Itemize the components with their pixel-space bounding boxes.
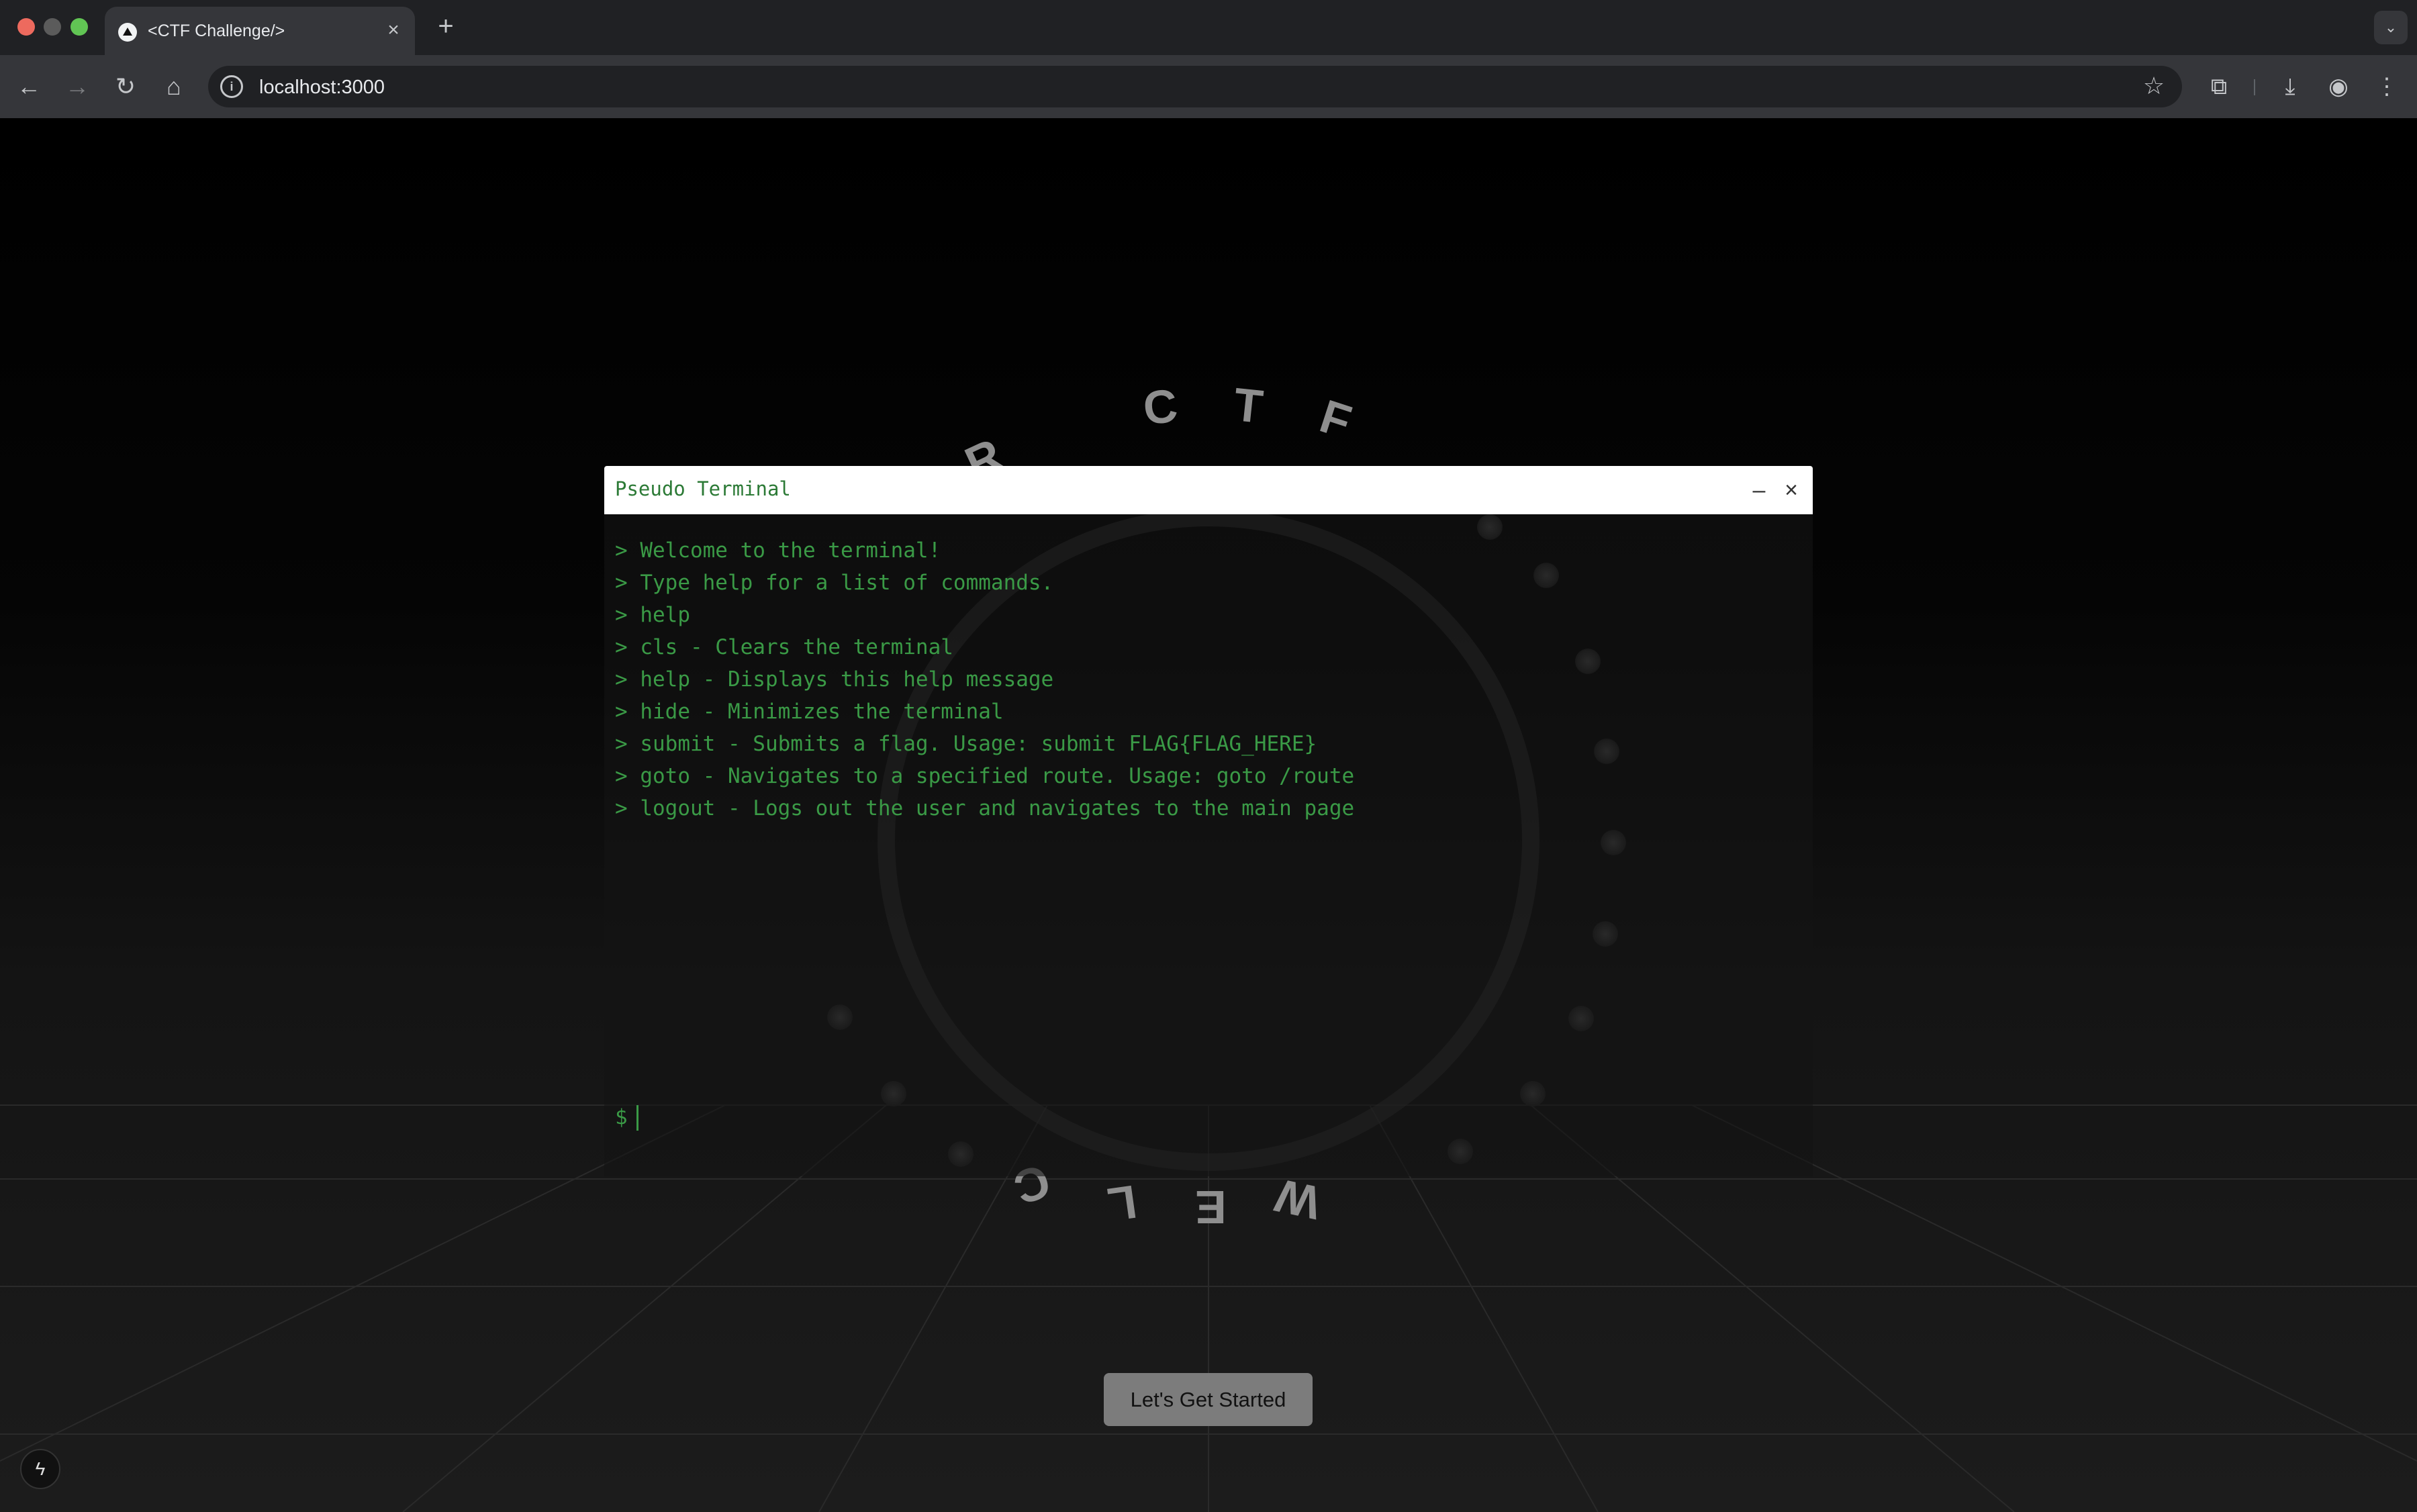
tab-search-button[interactable]: ⌄ [2374,11,2408,44]
address-bar[interactable]: i localhost:3000 ☆ [208,66,2182,107]
terminal-line: > Type help for a list of commands. [615,571,1054,595]
terminal-line: > logout - Logs out the user and navigat… [615,796,1355,820]
ring-letter: E [1195,1181,1227,1233]
tab-strip: <CTF Challenge/> × + ⌄ [0,0,2417,55]
terminal-line: > Welcome to the terminal! [615,538,941,563]
terminal-line: > help [615,603,690,627]
terminal-line: > help - Displays this help message [615,667,1054,692]
new-tab-button[interactable]: + [432,13,459,40]
site-info-icon[interactable]: i [220,75,243,98]
favicon-icon [118,23,137,42]
url-text[interactable]: localhost:3000 [259,77,385,99]
ring-letter: T [1231,377,1266,434]
terminal-line: > goto - Navigates to a specified route.… [615,764,1355,788]
terminal-titlebar[interactable]: Pseudo Terminal – × [604,466,1813,514]
terminal-line: > hide - Minimizes the terminal [615,700,1004,724]
terminal-prompt: $ [615,1105,628,1129]
ring-letter: C [1141,379,1180,435]
menu-icon[interactable]: ⋮ [2370,70,2404,103]
back-icon[interactable]: ← [12,70,46,103]
download-icon[interactable]: ⤓ [2273,70,2307,103]
tab-close-icon[interactable]: × [381,18,406,42]
browser-chrome: <CTF Challenge/> × + ⌄ ← → ↻ ⌂ i localho… [0,0,2417,118]
terminal-command-input[interactable] [638,1102,1793,1132]
home-icon[interactable]: ⌂ [157,70,191,103]
window-zoom-button[interactable] [70,18,88,36]
pseudo-terminal-window: Pseudo Terminal – × > Welcome to the ter… [604,466,1813,1176]
terminal-body[interactable]: > Welcome to the terminal! > Type help f… [604,514,1813,1176]
window-close-button[interactable] [17,18,35,36]
get-started-button[interactable]: Let's Get Started [1104,1373,1313,1426]
extensions-icon[interactable]: ⧉ [2202,70,2236,103]
terminal-line: > submit - Submits a flag. Usage: submit… [615,732,1317,756]
tab-title: <CTF Challenge/> [148,21,285,40]
forward-icon[interactable]: → [60,70,94,103]
toolbar-divider [2254,79,2255,95]
toolbar: ← → ↻ ⌂ i localhost:3000 ☆ ⧉ ⤓ ◉ ⋮ [0,55,2417,118]
window-minimize-button[interactable] [44,18,61,36]
bookmark-star-icon[interactable]: ☆ [2140,73,2167,99]
minimize-icon[interactable]: – [1746,477,1772,504]
terminal-output: > Welcome to the terminal! > Type help f… [615,534,1354,824]
tab-ctf-challenge[interactable]: <CTF Challenge/> × [105,7,415,55]
dev-tools-badge-icon[interactable]: ϟ [20,1449,60,1489]
terminal-line: > cls - Clears the terminal [615,635,953,659]
terminal-title: Pseudo Terminal [615,477,791,500]
page-content: R C T F C L E W Pseudo Terminal – × > We… [0,118,2417,1512]
profile-icon[interactable]: ◉ [2322,70,2355,103]
close-icon[interactable]: × [1778,477,1805,504]
reload-icon[interactable]: ↻ [109,70,142,103]
